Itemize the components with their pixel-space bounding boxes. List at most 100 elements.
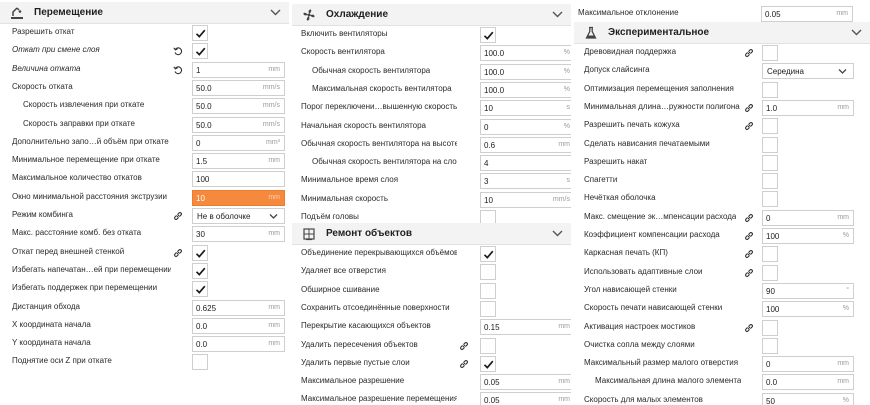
category-header-experimental[interactable]: Экспериментальное (574, 22, 870, 44)
value-input[interactable]: 3s (480, 173, 571, 190)
value-input[interactable]: 10 s (480, 100, 571, 117)
checkbox[interactable] (762, 154, 778, 171)
checkbox[interactable] (762, 319, 778, 336)
value-input[interactable]: 4 (480, 155, 571, 172)
link-icon[interactable] (744, 103, 754, 113)
checkbox[interactable] (192, 244, 208, 261)
value-input[interactable]: 0 mm (762, 209, 854, 226)
setting-label: Скорость печати нависающей стенки (584, 303, 723, 313)
checkbox[interactable] (480, 337, 496, 354)
value-input[interactable]: 0.05 mm (761, 6, 853, 22)
value-input[interactable]: 50% (762, 392, 854, 405)
value-input[interactable]: 30 mm (192, 226, 285, 243)
link-icon[interactable] (173, 211, 183, 221)
link-icon[interactable] (744, 213, 754, 223)
checkbox[interactable] (762, 246, 778, 263)
unit-label: mm (837, 213, 849, 221)
value-input[interactable]: 0.6 mm (480, 136, 571, 153)
link-icon[interactable] (459, 359, 469, 369)
input-value: 50.0 (196, 83, 212, 93)
unit-label: mm (268, 321, 280, 329)
checkbox[interactable] (762, 45, 778, 61)
value-input[interactable]: 100.0% (480, 81, 571, 98)
chevron-down-icon[interactable] (851, 28, 862, 37)
value-input[interactable]: 50.0 mm/s (192, 98, 285, 115)
dropdown-select[interactable]: Не в оболочке (192, 208, 285, 224)
checkbox[interactable] (192, 354, 208, 371)
input-value: 100.0 (484, 49, 505, 59)
setting-label: Обычная скорость вентилятора на высоте (301, 138, 457, 148)
setting-label: Сохранить отсоединённые поверхности (301, 302, 450, 312)
checkbox[interactable] (192, 43, 208, 60)
link-icon[interactable] (459, 341, 469, 351)
link-icon[interactable] (744, 268, 754, 278)
checkbox[interactable] (192, 281, 208, 298)
link-icon[interactable] (744, 249, 754, 259)
category-header-cooling[interactable]: Охлаждение (292, 4, 571, 26)
value-input[interactable]: 0.625 mm (192, 299, 285, 316)
checkbox[interactable] (192, 25, 208, 41)
checkbox[interactable] (480, 282, 496, 299)
category-header-travel[interactable]: Перемещение (0, 2, 289, 24)
value-input[interactable]: 0.15 mm (480, 319, 571, 336)
reset-icon[interactable] (173, 65, 183, 75)
chevron-down-icon[interactable] (552, 10, 563, 19)
value-input[interactable]: 0.0 mm (762, 374, 854, 391)
chevron-down-icon[interactable] (270, 8, 281, 17)
value-input[interactable]: 50.0 mm/s (192, 79, 285, 96)
checkbox[interactable] (480, 355, 496, 372)
link-icon[interactable] (744, 231, 754, 241)
value-input[interactable]: 0% (480, 118, 571, 135)
dropdown-select[interactable]: Середина (762, 63, 854, 80)
category-title: Перемещение (34, 7, 103, 18)
value-input[interactable]: 0 mm (762, 356, 854, 373)
link-icon[interactable] (744, 48, 754, 58)
value-input[interactable]: 10 mm/s (480, 191, 571, 208)
checkbox[interactable] (762, 173, 778, 190)
chevron-down-icon[interactable] (552, 229, 563, 238)
value-input[interactable]: 10 mm (192, 189, 285, 206)
setting-label: Спагетти (584, 175, 618, 185)
checkbox[interactable] (192, 262, 208, 279)
value-input[interactable]: 1.0 mm (762, 99, 854, 116)
value-input[interactable]: 0.05 mm (480, 392, 571, 405)
link-icon[interactable] (744, 121, 754, 131)
reset-icon[interactable] (173, 46, 183, 56)
checkbox[interactable] (762, 118, 778, 135)
checkbox[interactable] (480, 264, 496, 281)
value-input[interactable]: 50.0 mm/s (192, 116, 285, 133)
checkbox[interactable] (480, 300, 496, 317)
value-input[interactable]: 90 ° (762, 282, 854, 299)
checkbox[interactable] (480, 246, 496, 262)
category-header-mesh[interactable]: Ремонт объектов (292, 223, 571, 245)
value-input[interactable]: 0 mm³ (192, 134, 285, 151)
checkbox[interactable] (762, 81, 778, 98)
unit-label: s (566, 177, 571, 185)
value-input[interactable]: 100.0% (480, 63, 571, 80)
link-icon[interactable] (173, 248, 183, 258)
setting-row: Скорость отката 50.0 mm/s (0, 79, 289, 97)
value-input[interactable]: 100.0% (480, 45, 571, 62)
value-input[interactable]: 0.05 mm (480, 374, 571, 391)
value-input[interactable]: 0.0 mm (192, 317, 285, 334)
checkbox[interactable] (762, 136, 778, 153)
setting-row: Максимальное отклонение 0.05 mm (574, 5, 870, 23)
value-input[interactable]: 1 mm (192, 61, 285, 78)
setting-row: Откат при смене слоя (0, 42, 289, 60)
unit-label: mm (558, 396, 570, 404)
setting-row: Активация настроек мостиков (574, 319, 870, 337)
setting-row: Минимальная скорость 10 mm/s (292, 191, 571, 209)
checkbox[interactable] (480, 27, 496, 43)
unit-label: % (563, 122, 570, 130)
setting-label: Откат при смене слоя (12, 45, 100, 55)
checkbox[interactable] (762, 337, 778, 354)
setting-row: Угол нависающей стенки 90 ° (574, 282, 870, 300)
link-icon[interactable] (744, 323, 754, 333)
value-input[interactable]: 100 (192, 171, 285, 188)
value-input[interactable]: 100% (762, 228, 854, 244)
checkbox[interactable] (762, 191, 778, 208)
checkbox[interactable] (762, 264, 778, 281)
value-input[interactable]: 0.0 mm (192, 336, 285, 353)
value-input[interactable]: 100% (762, 301, 854, 318)
value-input[interactable]: 1.5 mm (192, 153, 285, 170)
